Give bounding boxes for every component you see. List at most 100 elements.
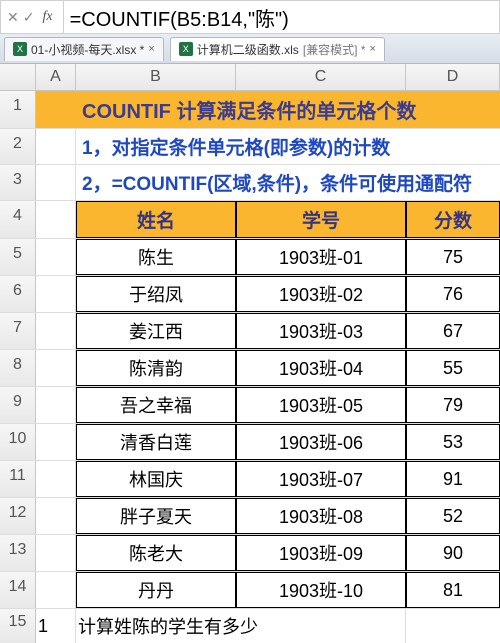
- cell[interactable]: [36, 424, 76, 460]
- compat-mode-label: [兼容模式] *: [303, 41, 366, 58]
- cell[interactable]: [36, 572, 76, 608]
- excel-icon: X: [179, 42, 193, 56]
- select-all-corner[interactable]: [0, 64, 36, 90]
- table-row: 14 丹丹1903班-1081: [0, 572, 500, 609]
- formula-bar: ✕ ✓ fx =COUNTIF(B5:B14,"陈"): [0, 0, 500, 34]
- table-row: 5 陈生1903班-0175: [0, 239, 500, 276]
- cell-score[interactable]: 52: [406, 498, 500, 534]
- row-2: 2 1，对指定条件单元格(即参数)的计数: [0, 129, 500, 165]
- cell-name[interactable]: 于绍凤: [76, 276, 236, 312]
- cell-id[interactable]: 1903班-02: [236, 276, 406, 312]
- cell-score[interactable]: 75: [406, 239, 500, 275]
- row-header[interactable]: 1: [0, 91, 36, 128]
- table-row: 12 胖子夏天1903班-0852: [0, 498, 500, 535]
- accept-icon[interactable]: ✓: [23, 9, 35, 26]
- formula-buttons: ✕ ✓ fx: [1, 1, 64, 33]
- title-cell[interactable]: COUNTIF 计算满足条件的单元格个数: [76, 91, 500, 128]
- workbook-tab-1[interactable]: X 01-小视频-每天.xlsx * ×: [4, 37, 164, 61]
- cell[interactable]: [36, 276, 76, 312]
- tab-label: 计算机二级函数.xls: [197, 41, 299, 58]
- cell-name[interactable]: 林国庆: [76, 461, 236, 497]
- row-header[interactable]: 7: [0, 313, 36, 349]
- row-header[interactable]: 9: [0, 387, 36, 423]
- cell-id[interactable]: 1903班-07: [236, 461, 406, 497]
- formula-input[interactable]: =COUNTIF(B5:B14,"陈"): [64, 1, 499, 34]
- cell-name[interactable]: 姜江西: [76, 313, 236, 349]
- row-4: 4 姓名 学号 分数: [0, 201, 500, 239]
- cell[interactable]: 1: [36, 609, 76, 643]
- cell[interactable]: [36, 498, 76, 534]
- cell[interactable]: [36, 535, 76, 571]
- row-header[interactable]: 13: [0, 535, 36, 571]
- cell-id[interactable]: 1903班-05: [236, 387, 406, 423]
- row-header[interactable]: 3: [0, 165, 36, 200]
- table-header-name[interactable]: 姓名: [76, 201, 236, 238]
- cell[interactable]: [36, 91, 76, 128]
- cancel-icon[interactable]: ✕: [7, 9, 19, 26]
- col-header-A[interactable]: A: [36, 64, 76, 90]
- workbook-tabs: X 01-小视频-每天.xlsx * × X 计算机二级函数.xls [兼容模式…: [0, 34, 500, 64]
- close-icon[interactable]: ×: [370, 43, 376, 55]
- cell[interactable]: [36, 461, 76, 497]
- cell[interactable]: [36, 387, 76, 423]
- cell[interactable]: [36, 129, 76, 164]
- tab-label: 01-小视频-每天.xlsx *: [31, 41, 144, 58]
- row-header[interactable]: 2: [0, 129, 36, 164]
- row-header[interactable]: 8: [0, 350, 36, 386]
- excel-icon: X: [13, 42, 27, 56]
- row-header[interactable]: 5: [0, 239, 36, 275]
- fx-icon[interactable]: fx: [38, 9, 56, 25]
- close-icon[interactable]: ×: [148, 43, 154, 55]
- subtitle-cell[interactable]: 1，对指定条件单元格(即参数)的计数: [76, 129, 500, 164]
- cell-score[interactable]: 55: [406, 350, 500, 386]
- row-header[interactable]: 11: [0, 461, 36, 497]
- row-header[interactable]: 4: [0, 201, 36, 238]
- cell-id[interactable]: 1903班-01: [236, 239, 406, 275]
- cell-name[interactable]: 胖子夏天: [76, 498, 236, 534]
- cell[interactable]: [36, 239, 76, 275]
- row-3: 3 2，=COUNTIF(区域,条件)，条件可使用通配符: [0, 165, 500, 201]
- cell-score[interactable]: 53: [406, 424, 500, 460]
- cell-score[interactable]: 76: [406, 276, 500, 312]
- row-header[interactable]: 10: [0, 424, 36, 460]
- col-header-C[interactable]: C: [236, 64, 406, 90]
- row-header[interactable]: 6: [0, 276, 36, 312]
- cell[interactable]: [36, 165, 76, 200]
- row-header[interactable]: 14: [0, 572, 36, 608]
- cell-id[interactable]: 1903班-04: [236, 350, 406, 386]
- col-header-D[interactable]: D: [406, 64, 500, 90]
- table-header-score[interactable]: 分数: [406, 201, 500, 238]
- workbook-tab-2[interactable]: X 计算机二级函数.xls [兼容模式] * ×: [170, 37, 385, 61]
- cell[interactable]: [36, 313, 76, 349]
- column-headers: A B C D: [0, 64, 500, 91]
- row-header[interactable]: 12: [0, 498, 36, 534]
- cell-score[interactable]: 67: [406, 313, 500, 349]
- row-15: 15 1 计算姓陈的学生有多少: [0, 609, 500, 643]
- cell-name[interactable]: 吾之幸福: [76, 387, 236, 423]
- cell-name[interactable]: 陈清韵: [76, 350, 236, 386]
- cell-score[interactable]: 90: [406, 535, 500, 571]
- cell[interactable]: [36, 201, 76, 238]
- table-row: 8 陈清韵1903班-0455: [0, 350, 500, 387]
- cell-id[interactable]: 1903班-09: [236, 535, 406, 571]
- col-header-B[interactable]: B: [76, 64, 236, 90]
- table-row: 11 林国庆1903班-0791: [0, 461, 500, 498]
- row-header[interactable]: 15: [0, 609, 36, 643]
- cell-score[interactable]: 79: [406, 387, 500, 423]
- cell-name[interactable]: 陈老大: [76, 535, 236, 571]
- cell[interactable]: 计算姓陈的学生有多少: [76, 609, 406, 643]
- cell-id[interactable]: 1903班-10: [236, 572, 406, 608]
- table-row: 6 于绍凤1903班-0276: [0, 276, 500, 313]
- table-header-id[interactable]: 学号: [236, 201, 406, 238]
- cell-id[interactable]: 1903班-08: [236, 498, 406, 534]
- cell-id[interactable]: 1903班-03: [236, 313, 406, 349]
- spreadsheet-grid: A B C D 1 COUNTIF 计算满足条件的单元格个数 2 1，对指定条件…: [0, 64, 500, 643]
- cell-name[interactable]: 陈生: [76, 239, 236, 275]
- cell-score[interactable]: 91: [406, 461, 500, 497]
- cell-score[interactable]: 81: [406, 572, 500, 608]
- cell[interactable]: [36, 350, 76, 386]
- cell-name[interactable]: 丹丹: [76, 572, 236, 608]
- cell-name[interactable]: 清香白莲: [76, 424, 236, 460]
- cell-id[interactable]: 1903班-06: [236, 424, 406, 460]
- subtitle-cell[interactable]: 2，=COUNTIF(区域,条件)，条件可使用通配符: [76, 165, 500, 200]
